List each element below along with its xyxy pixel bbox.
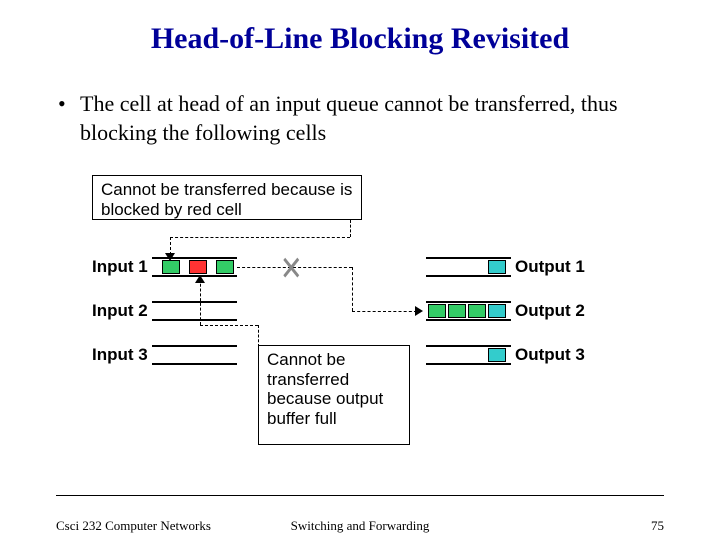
annotation-leader	[258, 325, 259, 347]
page-title: Head-of-Line Blocking Revisited	[0, 0, 720, 56]
annotation-leader	[352, 267, 353, 311]
input-3-label: Input 3	[92, 345, 148, 365]
annotation-leader	[352, 311, 417, 312]
cell-cyan	[488, 348, 506, 362]
note-blocked-by-red: Cannot be transferred because is blocked…	[92, 175, 362, 220]
input-3-queue	[152, 345, 237, 365]
input-1-label: Input 1	[92, 257, 148, 277]
cell-green	[428, 304, 446, 318]
footer-center: Switching and Forwarding	[0, 518, 720, 534]
input-2-label: Input 2	[92, 301, 148, 321]
cell-cyan	[488, 304, 506, 318]
footer-rule	[56, 495, 664, 496]
diagram: Cannot be transferred because is blocked…	[90, 175, 645, 465]
output-2-label: Output 2	[515, 301, 585, 321]
annotation-leader	[200, 325, 258, 326]
cell-green	[216, 260, 234, 274]
cell-green	[162, 260, 180, 274]
annotation-leader	[350, 220, 351, 237]
cell-cyan	[488, 260, 506, 274]
cell-green	[448, 304, 466, 318]
output-3-label: Output 3	[515, 345, 585, 365]
input-2-queue	[152, 301, 237, 321]
cell-green	[468, 304, 486, 318]
annotation-leader	[170, 237, 350, 238]
arrowhead-icon	[195, 275, 205, 283]
note-buffer-full: Cannot be transferred because output buf…	[258, 345, 410, 445]
output-1-label: Output 1	[515, 257, 585, 277]
annotation-leader	[200, 279, 201, 325]
bullet-text: The cell at head of an input queue canno…	[80, 90, 660, 147]
footer-right: 75	[651, 518, 664, 534]
arrowhead-icon	[165, 253, 175, 261]
arrowhead-icon	[415, 306, 423, 316]
cell-red	[189, 260, 207, 274]
blocked-x-icon: ✕	[280, 249, 303, 289]
